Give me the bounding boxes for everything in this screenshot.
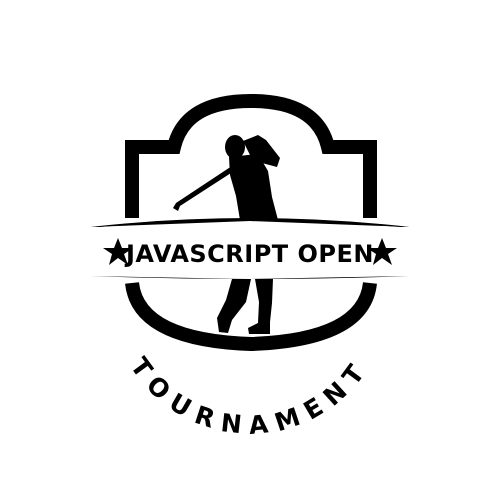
- tournament-logo: JAVASCRIPT OPEN TOURNAMENT: [0, 0, 500, 500]
- banner-bottom-line: [90, 276, 410, 279]
- shield-bottom-arc: [125, 281, 377, 352]
- logo-subtitle-path: TOURNAMENT: [125, 352, 367, 440]
- logo-subtitle: TOURNAMENT: [125, 352, 376, 440]
- logo-title: JAVASCRIPT OPEN: [124, 240, 374, 268]
- logo-svg: JAVASCRIPT OPEN TOURNAMENT: [90, 93, 410, 440]
